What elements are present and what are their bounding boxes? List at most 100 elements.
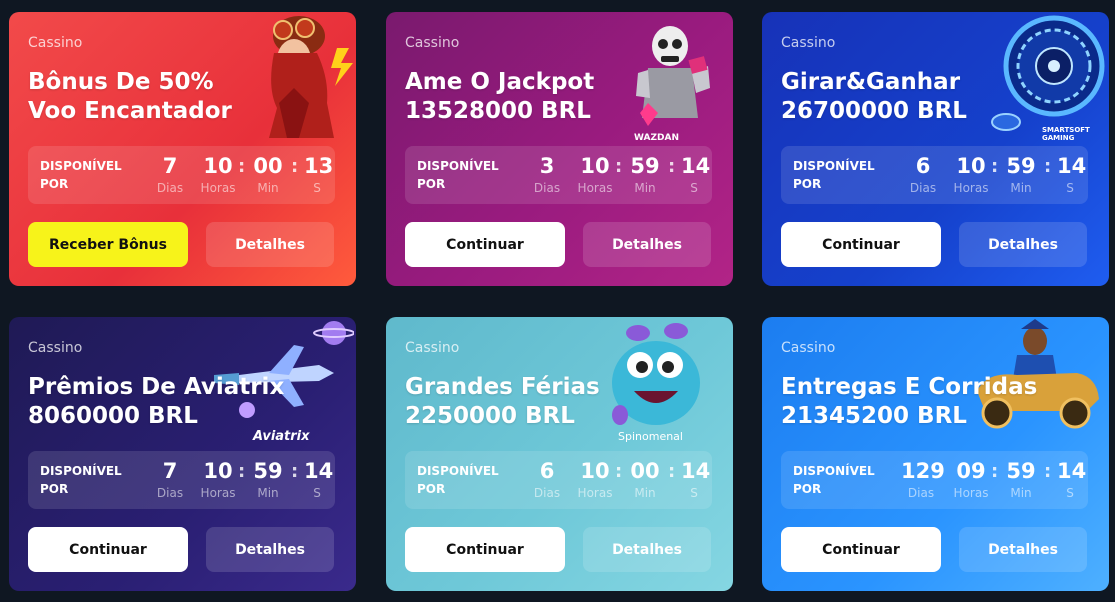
timer-days-unit: Dias [907, 486, 935, 500]
details-button[interactable]: Detalhes [206, 222, 334, 267]
promo-title: Girar&Ganhar 26700000 BRL [781, 68, 1041, 126]
timer-separator: : [291, 461, 299, 482]
timer-minutes-unit: Min [257, 181, 279, 195]
timer-minutes-value: 00 [253, 154, 283, 178]
timer-seconds-value: 14 [304, 459, 334, 483]
timer-separator: : [991, 461, 999, 482]
promo-title-line1: Prêmios De Aviatrix [28, 374, 285, 400]
timer-hours-value: 10 [580, 459, 610, 483]
continue-button[interactable]: Continuar [781, 222, 941, 267]
timer-seconds-unit: S [690, 181, 698, 195]
promo-title-line2: 13528000 BRL [405, 98, 591, 124]
continue-button[interactable]: Continuar [405, 527, 565, 572]
promo-card-girar-ganhar: SMARTSOFT GAMING Cassino Girar&Ganhar 26… [762, 12, 1109, 286]
timer-minutes-unit: Min [257, 486, 279, 500]
available-label: DISPONÍVEL POR [793, 464, 875, 496]
promo-card-grandes-ferias: Spinomenal Cassino Grandes Férias 225000… [386, 317, 733, 591]
available-label: DISPONÍVEL POR [40, 464, 122, 496]
available-label: DISPONÍVEL POR [417, 464, 499, 496]
timer-hours-unit: Horas [577, 181, 613, 195]
timer-separator: : [615, 156, 623, 177]
promo-title: Grandes Férias 2250000 BRL [405, 373, 665, 431]
timer-hours-value: 09 [956, 459, 986, 483]
countdown-timer: DISPONÍVEL POR 129 Dias 09 Horas : 59 Mi… [781, 451, 1088, 509]
details-button[interactable]: Detalhes [583, 527, 711, 572]
timer-minutes-value: 59 [253, 459, 283, 483]
countdown-timer: DISPONÍVEL POR 6 Dias 10 Horas : 59 Min … [781, 146, 1088, 204]
promo-title: Entregas E Corridas 21345200 BRL [781, 373, 1041, 431]
timer-hours-value: 10 [580, 154, 610, 178]
timer-seconds-unit: S [313, 181, 321, 195]
timer-seconds-value: 14 [681, 154, 711, 178]
timer-seconds-value: 13 [304, 154, 334, 178]
countdown-timer: DISPONÍVEL POR 6 Dias 10 Horas : 00 Min … [405, 451, 712, 509]
timer-separator: : [1044, 156, 1052, 177]
promo-title-line2: 26700000 BRL [781, 98, 967, 124]
category-label: Cassino [28, 35, 83, 51]
timer-days-value: 6 [539, 459, 555, 483]
timer-separator: : [238, 461, 246, 482]
timer-minutes-value: 59 [1006, 154, 1036, 178]
timer-hours-unit: Horas [577, 486, 613, 500]
category-label: Cassino [781, 35, 836, 51]
timer-seconds-unit: S [1066, 181, 1074, 195]
promo-title-line1: Grandes Férias [405, 374, 600, 400]
timer-separator: : [991, 156, 999, 177]
category-label: Cassino [405, 340, 460, 356]
timer-hours-unit: Horas [953, 181, 989, 195]
timer-seconds-value: 14 [1057, 154, 1087, 178]
timer-days-unit: Dias [533, 181, 561, 195]
timer-minutes-unit: Min [634, 181, 656, 195]
countdown-timer: DISPONÍVEL POR 7 Dias 10 Horas : 00 Min … [28, 146, 335, 204]
continue-button[interactable]: Continuar [405, 222, 565, 267]
category-label: Cassino [781, 340, 836, 356]
details-button[interactable]: Detalhes [959, 222, 1087, 267]
timer-days-value: 7 [162, 459, 178, 483]
timer-minutes-unit: Min [1010, 486, 1032, 500]
promo-title: Bônus De 50% Voo Encantador [28, 68, 288, 126]
details-button[interactable]: Detalhes [959, 527, 1087, 572]
timer-days-unit: Dias [156, 486, 184, 500]
receive-bonus-button[interactable]: Receber Bônus [28, 222, 188, 267]
details-button[interactable]: Detalhes [583, 222, 711, 267]
promo-card-entregas-corridas: Cassino Entregas E Corridas 21345200 BRL… [762, 317, 1109, 591]
timer-separator: : [1044, 461, 1052, 482]
continue-button[interactable]: Continuar [781, 527, 941, 572]
spinomenal-logo: Spinomenal [618, 430, 683, 443]
countdown-timer: DISPONÍVEL POR 3 Dias 10 Horas : 59 Min … [405, 146, 712, 204]
promo-title: Prêmios De Aviatrix 8060000 BRL [28, 373, 288, 431]
promo-title-line2: Voo Encantador [28, 98, 232, 124]
countdown-timer: DISPONÍVEL POR 7 Dias 10 Horas : 59 Min … [28, 451, 335, 509]
available-label: DISPONÍVEL POR [793, 159, 875, 191]
timer-separator: : [291, 156, 299, 177]
category-label: Cassino [28, 340, 83, 356]
smartsoft-logo: SMARTSOFT GAMING [1042, 126, 1090, 142]
promo-title-line1: Girar&Ganhar [781, 69, 961, 95]
details-button[interactable]: Detalhes [206, 527, 334, 572]
timer-hours-unit: Horas [200, 486, 236, 500]
timer-hours-unit: Horas [200, 181, 236, 195]
timer-seconds-unit: S [690, 486, 698, 500]
continue-button[interactable]: Continuar [28, 527, 188, 572]
timer-days-value: 7 [162, 154, 178, 178]
timer-days-unit: Dias [533, 486, 561, 500]
promo-title-line2: 21345200 BRL [781, 403, 967, 429]
promo-card-aviatrix: Aviatrix Cassino Prêmios De Aviatrix 806… [9, 317, 356, 591]
timer-days-value: 129 [901, 459, 945, 483]
promo-card-bonus-voo: Cassino Bônus De 50% Voo Encantador DISP… [9, 12, 356, 286]
timer-minutes-value: 59 [1006, 459, 1036, 483]
wazdan-logo: WAZDAN [634, 133, 679, 143]
timer-minutes-unit: Min [634, 486, 656, 500]
available-label: DISPONÍVEL POR [417, 159, 499, 191]
timer-minutes-value: 00 [630, 459, 660, 483]
timer-separator: : [668, 156, 676, 177]
promo-title-line2: 8060000 BRL [28, 403, 198, 429]
timer-hours-value: 10 [203, 154, 233, 178]
promo-card-ame-jackpot: WAZDAN Cassino Ame O Jackpot 13528000 BR… [386, 12, 733, 286]
promo-title: Ame O Jackpot 13528000 BRL [405, 68, 665, 126]
promo-title-line1: Entregas E Corridas [781, 374, 1038, 400]
timer-minutes-value: 59 [630, 154, 660, 178]
promo-title-line1: Ame O Jackpot [405, 69, 595, 95]
timer-days-unit: Dias [909, 181, 937, 195]
timer-seconds-value: 14 [1057, 459, 1087, 483]
